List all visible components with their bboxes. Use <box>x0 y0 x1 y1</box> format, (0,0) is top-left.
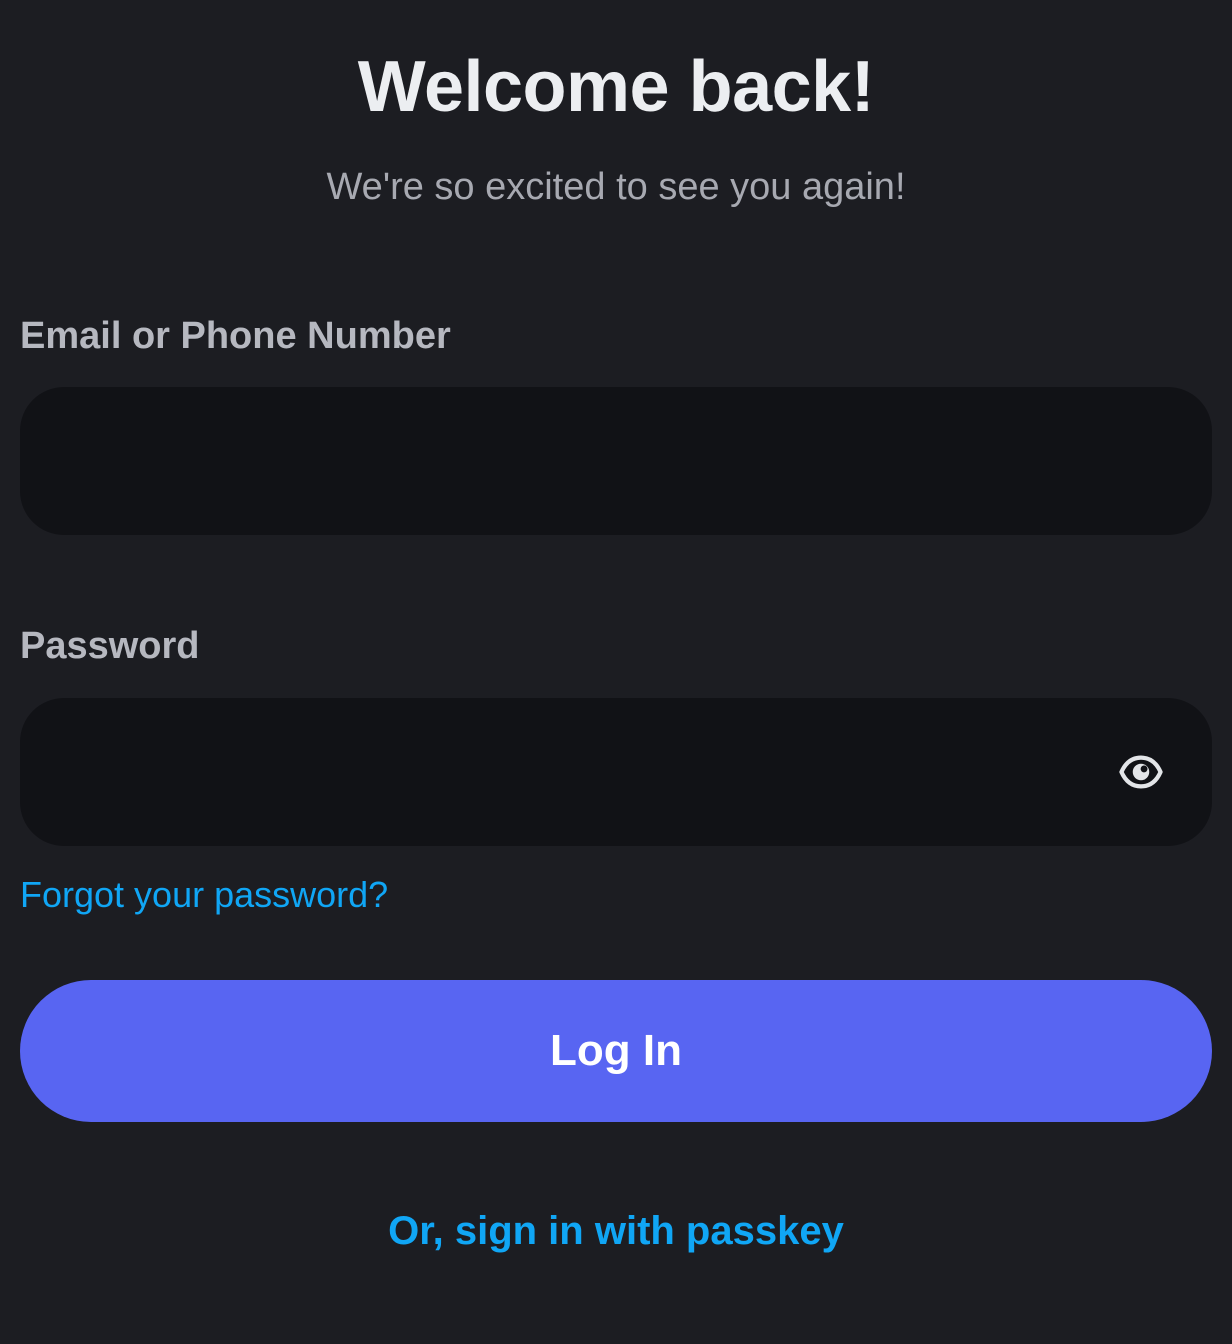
password-field-container <box>20 698 1212 848</box>
login-button[interactable]: Log In <box>20 980 1212 1122</box>
page-title: Welcome back! <box>357 47 875 127</box>
email-field-container <box>20 387 1212 537</box>
email-field-label: Email or Phone Number <box>20 315 451 357</box>
login-screen: Welcome back! We're so excited to see yo… <box>0 0 1232 1344</box>
eye-icon[interactable] <box>1118 749 1164 795</box>
email-field[interactable] <box>60 387 1104 537</box>
password-field-label: Password <box>20 625 200 667</box>
password-field[interactable] <box>60 698 1104 848</box>
passkey-sign-in-link[interactable]: Or, sign in with passkey <box>0 1205 1232 1257</box>
page-subtitle: We're so excited to see you again! <box>326 166 906 208</box>
forgot-password-link[interactable]: Forgot your password? <box>20 872 388 918</box>
